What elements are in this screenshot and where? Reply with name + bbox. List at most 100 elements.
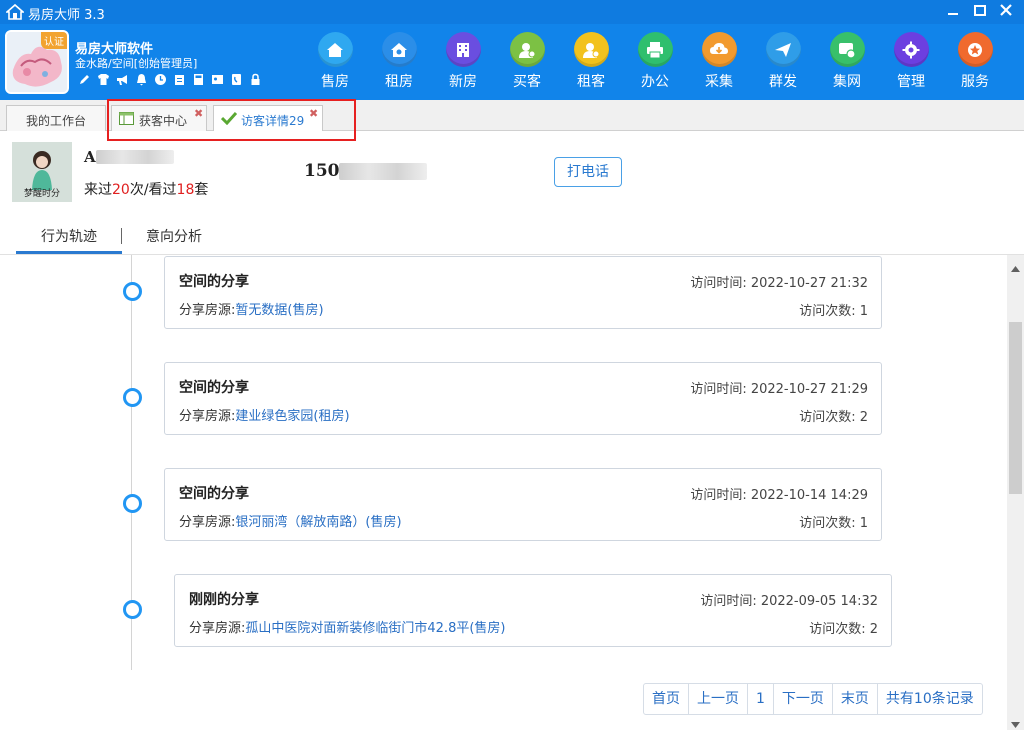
nav-label: 租房	[385, 74, 413, 90]
lock-icon[interactable]	[249, 73, 262, 86]
source-link[interactable]: 孤山中医院对面新装修临街门市42.8平(售房)	[245, 621, 505, 636]
source-link[interactable]: 银河丽湾（解放南路）(售房)	[235, 515, 401, 530]
time-label: 访问时间:	[690, 276, 747, 291]
nav-label: 新房	[449, 74, 477, 90]
record-time: 访问时间: 2022-09-05 14:32	[700, 590, 878, 609]
visit-record-card: 空间的分享 访问时间: 2022-10-27 21:29 分享房源:建业绿色家园…	[164, 362, 882, 435]
call-button[interactable]: 打电话	[554, 157, 622, 187]
record-title: 空间的分享	[179, 274, 249, 290]
buyer-icon	[509, 32, 545, 67]
count-label: 访问次数:	[799, 516, 856, 531]
calculator-icon[interactable]	[192, 73, 205, 86]
time-label: 访问时间:	[700, 594, 757, 609]
scroll-thumb[interactable]	[1009, 322, 1022, 494]
record-title: 刚刚的分享	[189, 592, 259, 608]
prev-page-button[interactable]: 上一页	[689, 684, 748, 714]
stats-text: 套	[194, 182, 209, 198]
count-label: 访问次数:	[809, 622, 866, 637]
clipboard-icon[interactable]	[173, 73, 186, 86]
record-title: 空间的分享	[179, 486, 249, 502]
stats-text: 来过	[84, 182, 112, 198]
record-source: 分享房源:建业绿色家园(租房)	[179, 405, 350, 424]
redacted-phone	[339, 163, 427, 180]
nav-sell-house[interactable]: 售房	[303, 32, 367, 91]
time-label: 访问时间:	[690, 382, 747, 397]
count-label: 访问次数:	[799, 304, 856, 319]
visitor-phone: 150	[304, 161, 340, 181]
first-page-button[interactable]: 首页	[644, 684, 689, 714]
shirt-icon[interactable]	[97, 73, 110, 86]
avatar-caption: 梦醒时分	[23, 189, 60, 199]
nav-rent-house[interactable]: 租房	[367, 32, 431, 91]
timeline-dot	[123, 600, 142, 619]
source-label: 分享房源:	[189, 621, 246, 636]
main-nav: 售房 租房 新房 买客 租客 办公 采集 群发 集网 管理 服务	[303, 32, 1007, 91]
source-label: 分享房源:	[179, 303, 236, 318]
record-source: 分享房源:暂无数据(售房)	[179, 299, 324, 318]
timeline-dot	[123, 494, 142, 513]
edit-icon[interactable]	[78, 73, 91, 86]
tab-intent-analysis[interactable]: 意向分析	[146, 226, 202, 246]
bell-icon[interactable]	[135, 73, 148, 86]
title-bar: 易房大师 3.3	[0, 0, 1024, 24]
download-cloud-icon	[701, 32, 737, 67]
printer-icon	[637, 32, 673, 67]
megaphone-icon[interactable]	[116, 73, 129, 86]
nav-office[interactable]: 办公	[623, 32, 687, 91]
visitor-stats: 来过20次/看过18套	[84, 179, 208, 199]
page-number-button[interactable]: 1	[748, 684, 774, 714]
id-card-icon[interactable]	[211, 73, 224, 86]
next-page-button[interactable]: 下一页	[774, 684, 833, 714]
detail-subtabs: 行为轨迹 意向分析	[0, 220, 1024, 255]
company-avatar[interactable]: 认证	[5, 30, 69, 94]
count-value: 2	[859, 410, 868, 425]
source-link[interactable]: 建业绿色家园(租房)	[235, 409, 349, 424]
nav-service[interactable]: 服务	[943, 32, 1007, 91]
tab-label: 我的工作台	[26, 114, 87, 128]
stats-text: 次/看过	[129, 182, 177, 198]
record-source: 分享房源:银河丽湾（解放南路）(售房)	[179, 511, 402, 530]
verified-badge: 认证	[41, 32, 67, 49]
scroll-up-icon[interactable]	[1011, 261, 1020, 272]
maximize-button[interactable]	[970, 2, 990, 20]
visitor-avatar: 梦醒时分	[12, 142, 72, 202]
last-page-button[interactable]: 末页	[833, 684, 878, 714]
close-button[interactable]	[996, 2, 1016, 20]
nav-manage[interactable]: 管理	[879, 32, 943, 91]
clock-icon[interactable]	[154, 73, 167, 86]
vertical-scrollbar[interactable]	[1007, 255, 1024, 730]
nav-label: 管理	[897, 74, 925, 90]
record-title: 空间的分享	[179, 380, 249, 396]
divider	[121, 228, 122, 244]
window-title: 易房大师 3.3	[28, 8, 105, 23]
scroll-down-icon[interactable]	[1011, 717, 1020, 728]
nav-web[interactable]: 集网	[815, 32, 879, 91]
tab-workbench[interactable]: 我的工作台	[6, 105, 106, 131]
web-icon	[829, 32, 865, 67]
visit-record-card: 刚刚的分享 访问时间: 2022-09-05 14:32 分享房源:孤山中医院对…	[174, 574, 892, 647]
count-value: 1	[859, 516, 868, 531]
visit-record-card: 空间的分享 访问时间: 2022-10-27 21:32 分享房源:暂无数据(售…	[164, 256, 882, 329]
nav-new-house[interactable]: 新房	[431, 32, 495, 91]
building-icon	[445, 32, 481, 67]
quick-tools	[78, 73, 262, 86]
viewed-count: 18	[176, 182, 195, 198]
minimize-button[interactable]	[943, 2, 963, 20]
nav-label: 租客	[577, 74, 605, 90]
nav-label: 采集	[705, 74, 733, 90]
redacted-name	[96, 150, 174, 164]
highlight-annotation	[107, 99, 356, 141]
total-records: 共有10条记录	[885, 691, 974, 707]
nav-collect[interactable]: 采集	[687, 32, 751, 91]
nav-buyer[interactable]: 买客	[495, 32, 559, 91]
nav-label: 售房	[321, 74, 349, 90]
source-link[interactable]: 暂无数据(售房)	[235, 303, 323, 318]
time-value: 2022-10-27 21:29	[750, 382, 868, 397]
phone-book-icon[interactable]	[230, 73, 243, 86]
time-value: 2022-10-27 21:32	[750, 276, 868, 291]
source-label: 分享房源:	[179, 515, 236, 530]
nav-renter[interactable]: 租客	[559, 32, 623, 91]
tab-behavior-track[interactable]: 行为轨迹	[41, 226, 97, 246]
timeline-dot	[123, 388, 142, 407]
nav-mass-send[interactable]: 群发	[751, 32, 815, 91]
